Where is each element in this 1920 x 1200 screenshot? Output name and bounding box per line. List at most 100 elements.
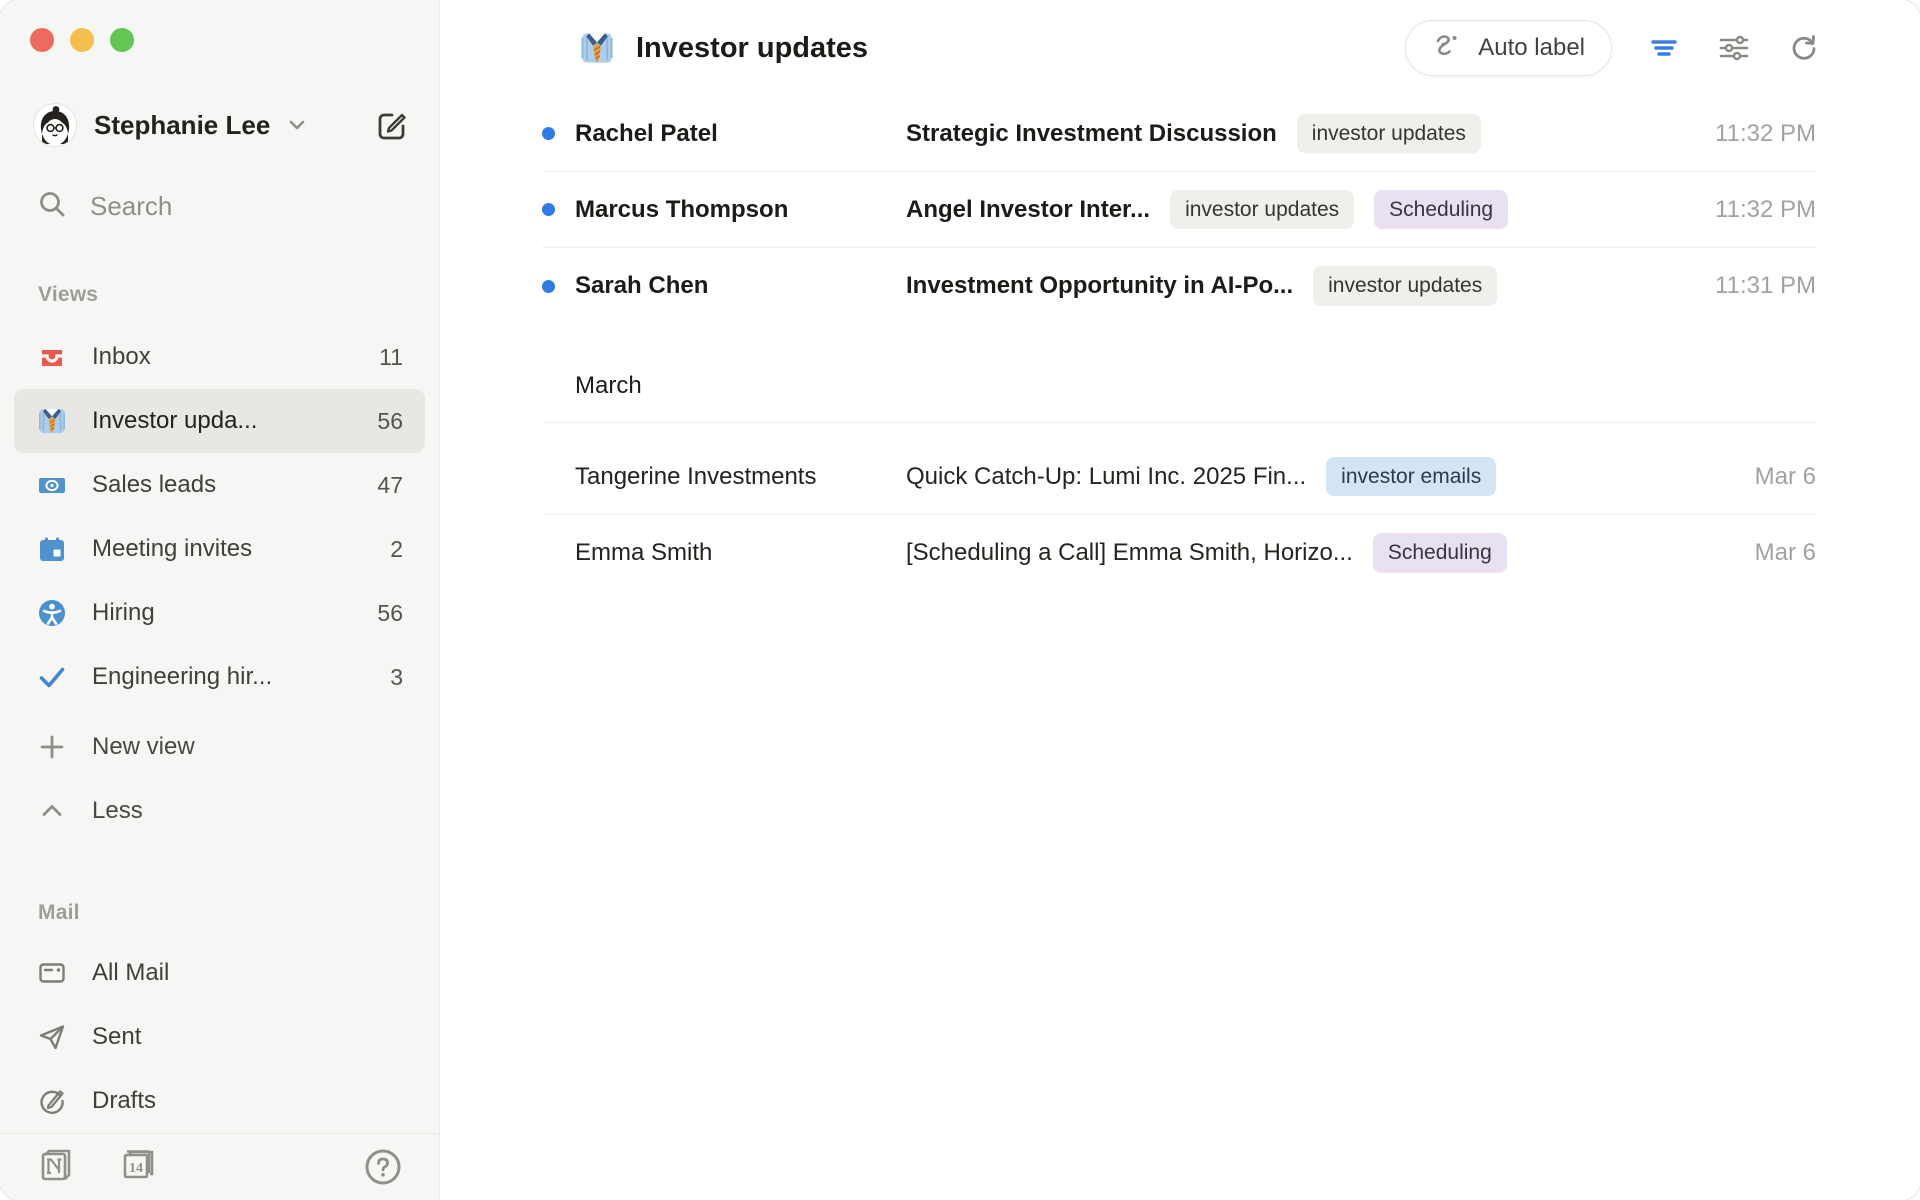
zoom-window-button[interactable] [110,28,134,52]
sidebar-item-count: 11 [379,344,403,371]
notion-app-icon[interactable] [36,1145,76,1190]
sidebar: Stephanie Lee Search Views [0,0,440,1200]
checkmark-icon [36,661,68,693]
sidebar-item-label: Sent [92,1023,403,1051]
sidebar-item-meeting-invites[interactable]: Meeting invites 2 [14,517,425,581]
views-actions: New view Less [14,715,425,843]
sidebar-item-inbox[interactable]: Inbox 11 [14,325,425,389]
main-panel: Investor updates Auto label [440,0,1920,1200]
email-sender: Rachel Patel [575,120,906,148]
sidebar-item-label: All Mail [92,959,403,987]
email-row[interactable]: Tangerine Investments Quick Catch-Up: Lu… [542,439,1816,515]
banknote-icon [36,469,68,501]
email-sender: Marcus Thompson [575,196,906,224]
unread-dot [542,203,555,216]
view-header: Investor updates Auto label [440,0,1920,96]
auto-label-button[interactable]: Auto label [1405,20,1612,76]
views-nav: Inbox 11 Investor upda... 56 [14,325,425,709]
sidebar-item-all-mail[interactable]: All Mail [14,941,425,1005]
svg-text:14: 14 [129,1161,143,1176]
views-section-label: Views [38,283,439,307]
month-section-header: March [542,324,1816,422]
email-list: Rachel Patel Strategic Investment Discus… [440,96,1920,591]
sidebar-item-count: 47 [377,472,403,499]
new-view-button[interactable]: New view [14,715,425,779]
email-row[interactable]: Sarah Chen Investment Opportunity in AI-… [542,248,1816,324]
sidebar-item-sent[interactable]: Sent [14,1005,425,1069]
label-tag[interactable]: investor updates [1313,266,1497,305]
search-label: Search [90,191,172,222]
sidebar-item-drafts[interactable]: Drafts [14,1069,425,1133]
label-tag[interactable]: investor emails [1326,457,1496,496]
profile-name: Stephanie Lee [94,110,270,141]
page-title: Investor updates [636,32,868,65]
sidebar-item-label: Sales leads [92,471,377,499]
compose-button[interactable] [375,108,409,142]
sidebar-item-label: Meeting invites [92,535,390,563]
minimize-window-button[interactable] [70,28,94,52]
email-row[interactable]: Emma Smith [Scheduling a Call] Emma Smit… [542,515,1816,591]
filter-icon[interactable] [1646,30,1682,66]
mail-section-label: Mail [38,901,439,925]
email-subject: [Scheduling a Call] Emma Smith, Horizo..… [906,539,1353,567]
sidebar-item-hiring[interactable]: Hiring 56 [14,581,425,645]
less-button[interactable]: Less [14,779,425,843]
email-subject: Investment Opportunity in AI-Po... [906,272,1293,300]
help-icon[interactable] [363,1147,403,1187]
display-settings-icon[interactable] [1716,30,1752,66]
less-label: Less [92,797,403,825]
paper-plane-icon [36,1021,68,1053]
auto-label-icon [1432,31,1464,66]
email-subject: Quick Catch-Up: Lumi Inc. 2025 Fin... [906,463,1306,491]
label-tag[interactable]: investor updates [1297,114,1481,153]
label-tag[interactable]: investor updates [1170,190,1354,229]
email-time: 11:31 PM [1691,272,1816,300]
chevron-down-icon [284,112,310,138]
notion-calendar-icon[interactable]: 14 [118,1145,158,1190]
window-controls [30,28,439,52]
sidebar-footer: 14 [0,1133,439,1200]
sidebar-item-sales-leads[interactable]: Sales leads 47 [14,453,425,517]
refresh-icon[interactable] [1786,30,1822,66]
email-sender: Sarah Chen [575,272,906,300]
sidebar-item-investor-updates[interactable]: Investor upda... 56 [14,389,425,453]
chevron-up-icon [36,795,68,827]
sidebar-item-engineering-hiring[interactable]: Engineering hir... 3 [14,645,425,709]
sidebar-item-count: 2 [390,536,403,563]
email-time: Mar 6 [1731,539,1816,567]
email-subject: Angel Investor Inter... [906,196,1150,224]
search-button[interactable]: Search [36,188,409,225]
email-time: 11:32 PM [1691,196,1816,224]
sidebar-item-label: Drafts [92,1087,403,1115]
app-window: Stephanie Lee Search Views [0,0,1920,1200]
mail-icon [36,957,68,989]
mail-nav: All Mail Sent Drafts [14,941,425,1133]
necktie-icon [578,29,616,67]
email-sender: Tangerine Investments [575,463,906,491]
plus-icon [36,731,68,763]
draft-pencil-icon [36,1085,68,1117]
search-icon [36,188,68,225]
avatar [34,104,76,146]
email-row[interactable]: Marcus Thompson Angel Investor Inter... … [542,172,1816,248]
email-time: 11:32 PM [1691,120,1816,148]
sidebar-item-count: 3 [390,664,403,691]
person-circle-icon [36,597,68,629]
inbox-icon [36,341,68,373]
unread-dot [542,280,555,293]
label-tag[interactable]: Scheduling [1374,190,1508,229]
necktie-icon [36,405,68,437]
new-view-label: New view [92,733,403,761]
close-window-button[interactable] [30,28,54,52]
sidebar-item-count: 56 [377,600,403,627]
email-time: Mar 6 [1731,463,1816,491]
email-subject: Strategic Investment Discussion [906,120,1277,148]
sidebar-item-label: Investor upda... [92,407,377,435]
sidebar-item-label: Engineering hir... [92,663,390,691]
label-tag[interactable]: Scheduling [1373,533,1507,572]
email-row[interactable]: Rachel Patel Strategic Investment Discus… [542,96,1816,172]
account-switcher[interactable]: Stephanie Lee [34,104,409,146]
header-actions: Auto label [1405,20,1822,76]
auto-label-text: Auto label [1478,34,1585,62]
sidebar-item-count: 56 [377,408,403,435]
